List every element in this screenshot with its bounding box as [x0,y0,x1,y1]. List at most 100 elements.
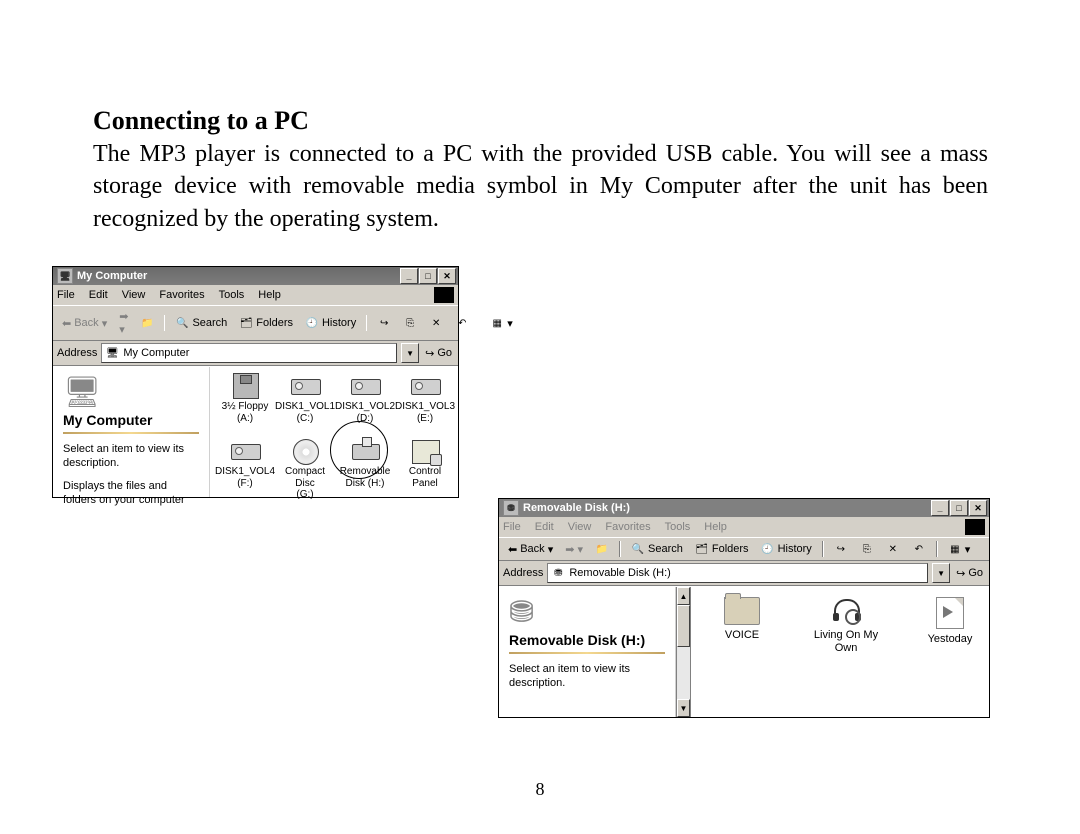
up-button[interactable]: 📁 [135,314,159,332]
menu-favorites[interactable]: Favorites [159,289,204,301]
undo-icon: ↶ [912,542,926,556]
scroll-up-button[interactable]: ▲ [677,587,690,605]
drive-item[interactable]: 3½ Floppy(A:) [216,373,274,424]
views-button[interactable]: ▦▾ [943,540,976,558]
window-removable-disk: ⛃ Removable Disk (H:) _ □ ✕ File Edit Vi… [498,498,990,718]
search-button[interactable]: 🔍Search [626,540,688,558]
views-button[interactable]: ▦▾ [485,314,518,332]
pane-title: My Computer [63,412,199,428]
drive-label: DISK1_VOL4 [215,466,275,478]
hdd-icon [409,373,441,399]
history-button[interactable]: 🕘History [300,314,361,332]
address-bar: Address 🖥 My Computer ▼ ↪Go [53,341,458,366]
file-list: VOICE Living On My Own Yestoday [690,587,989,717]
file-item[interactable]: Living On My Own [811,597,881,655]
views-icon: ▦ [948,542,962,556]
menu-tools[interactable]: Tools [665,521,691,533]
page-number: 8 [0,779,1080,800]
go-button[interactable]: ↪Go [423,347,454,360]
menu-file[interactable]: File [57,289,75,301]
maximize-button[interactable]: □ [419,268,437,284]
views-icon: ▦ [490,316,504,330]
doc-body: The MP3 player is connected to a PC with… [93,138,988,235]
file-label: Living On My Own [811,629,881,655]
music-icon [831,597,861,625]
forward-button[interactable]: ➡ ▾ [560,541,588,558]
delete-button[interactable]: ✕ [424,314,448,332]
doc-heading: Connecting to a PC [93,106,309,136]
move-to-icon: ↪ [377,316,391,330]
move-to-button[interactable]: ↪ [829,540,853,558]
folders-button[interactable]: 🗂Folders [690,540,754,558]
address-bar: Address ⛃ Removable Disk (H:) ▼ ↪Go [499,561,989,586]
window-my-computer: 🖥 My Computer _ □ ✕ File Edit View Favor… [52,266,459,498]
address-label: Address [503,567,543,579]
address-input[interactable]: ⛃ Removable Disk (H:) [547,563,928,583]
move-to-button[interactable]: ↪ [372,314,396,332]
scroll-thumb[interactable] [677,605,690,647]
pane-text-2: Displays the files and folders on your c… [63,479,199,508]
scroll-down-button[interactable]: ▼ [677,699,690,717]
copy-to-icon: ⎘ [403,316,417,330]
menu-edit[interactable]: Edit [535,521,554,533]
address-value: My Computer [123,347,189,359]
drive-label: Control Panel [396,466,454,489]
folders-button[interactable]: 🗂Folders [234,314,298,332]
menu-edit[interactable]: Edit [89,289,108,301]
window-title: Removable Disk (H:) [523,502,630,514]
address-input[interactable]: 🖥 My Computer [101,343,397,363]
undo-button[interactable]: ↶ [907,540,931,558]
scrollbar[interactable]: ▲ ▼ [676,587,690,717]
search-button[interactable]: 🔍Search [170,314,232,332]
titlebar[interactable]: ⛃ Removable Disk (H:) _ □ ✕ [499,499,989,517]
menu-file[interactable]: File [503,521,521,533]
copy-to-button[interactable]: ⎘ [398,314,422,332]
file-item[interactable]: VOICE [707,597,777,655]
delete-button[interactable]: ✕ [881,540,905,558]
undo-icon: ↶ [455,316,469,330]
drive-sublabel: (E:) [417,413,433,425]
menu-help[interactable]: Help [704,521,727,533]
delete-icon: ✕ [886,542,900,556]
menu-tools[interactable]: Tools [219,289,245,301]
minimize-button[interactable]: _ [931,500,949,516]
back-button[interactable]: ⬅ Back ▾ [57,315,112,332]
search-icon: 🔍 [631,542,645,556]
drive-item[interactable]: DISK1_VOL2(D:) [336,373,394,424]
close-button[interactable]: ✕ [969,500,987,516]
go-button[interactable]: ↪Go [954,567,985,580]
history-button[interactable]: 🕘History [756,540,817,558]
menu-view[interactable]: View [568,521,592,533]
drive-item[interactable]: DISK1_VOL3(E:) [396,373,454,424]
copy-to-button[interactable]: ⎘ [855,540,879,558]
forward-button[interactable]: ➡ ▾ [114,308,133,338]
drive-label: DISK1_VOL2 [335,401,395,413]
drive-item[interactable]: DISK1_VOL4(F:) [216,438,274,501]
undo-button[interactable]: ↶ [450,314,474,332]
back-button[interactable]: ⬅ Back ▾ [503,541,558,558]
close-button[interactable]: ✕ [438,268,456,284]
drive-item[interactable]: RemovableDisk (H:) [336,438,394,501]
file-label: VOICE [725,629,759,642]
menu-favorites[interactable]: Favorites [605,521,650,533]
drive-sublabel: (D:) [357,413,374,425]
menu-view[interactable]: View [122,289,146,301]
drive-item[interactable]: Compact Disc(G:) [276,438,334,501]
address-dropdown[interactable]: ▼ [401,343,419,363]
menu-help[interactable]: Help [258,289,281,301]
folder-icon [724,597,760,625]
toolbar: ⬅ Back ▾ ➡ ▾ 📁 🔍Search 🗂Folders 🕘History… [499,537,989,561]
menubar: File Edit View Favorites Tools Help [53,285,458,305]
titlebar[interactable]: 🖥 My Computer _ □ ✕ [53,267,458,285]
maximize-button[interactable]: □ [950,500,968,516]
file-item[interactable]: Yestoday [915,597,985,655]
drive-label: DISK1_VOL3 [395,401,455,413]
address-value: Removable Disk (H:) [569,567,670,579]
up-button[interactable]: 📁 [590,540,614,558]
drive-item[interactable]: DISK1_VOL1(C:) [276,373,334,424]
address-dropdown[interactable]: ▼ [932,563,950,583]
minimize-button[interactable]: _ [400,268,418,284]
history-icon: 🕘 [761,542,775,556]
drive-item[interactable]: Control Panel [396,438,454,501]
cpanel-icon [409,438,441,464]
